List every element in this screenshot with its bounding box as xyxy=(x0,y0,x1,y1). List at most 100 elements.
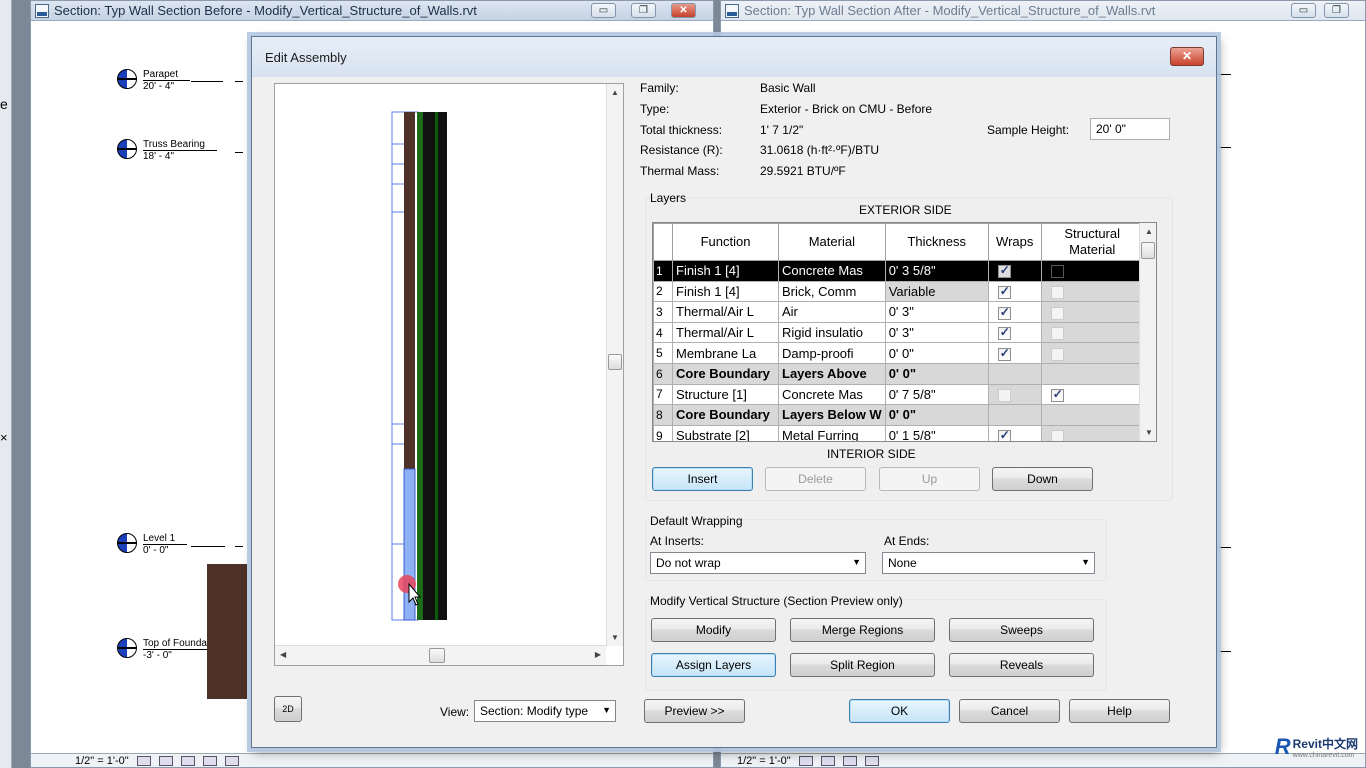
thickness-cell[interactable]: 0' 3 5/8" xyxy=(884,260,989,282)
visual-style-icon[interactable] xyxy=(820,755,835,766)
help-button[interactable]: Help xyxy=(1069,699,1170,723)
row-number[interactable]: 4 xyxy=(653,321,673,344)
modify-button[interactable]: Modify xyxy=(651,618,776,642)
material-cell[interactable]: Concrete Mas xyxy=(778,383,886,406)
table-row[interactable]: 4 Thermal/Air L Rigid insulatio 0' 3" xyxy=(653,321,1144,344)
function-cell[interactable]: Thermal/Air L xyxy=(672,301,779,323)
sample-height-input[interactable]: 20' 0" xyxy=(1090,118,1170,140)
wraps-checkbox[interactable] xyxy=(997,263,1011,279)
function-cell[interactable]: Structure [1] xyxy=(672,383,779,406)
material-cell[interactable]: Layers Above xyxy=(778,362,886,385)
merge-regions-button[interactable]: Merge Regions xyxy=(790,618,935,642)
cancel-button[interactable]: Cancel xyxy=(959,699,1060,723)
scroll-up-icon[interactable]: ▲ xyxy=(611,88,619,97)
visual-style-icon[interactable] xyxy=(158,755,173,766)
preview-vertical-scrollbar[interactable]: ▲ ▼ xyxy=(606,84,623,646)
wraps-checkbox[interactable] xyxy=(997,346,1011,361)
thickness-cell[interactable]: 0' 0" xyxy=(884,362,989,385)
detail-level-icon[interactable] xyxy=(136,755,151,766)
edit-assembly-dialog[interactable]: Edit Assembly ✕ ▲ ▼ ◀ ▶ Family: Basic Wa… xyxy=(251,36,1217,748)
close-button[interactable]: ✕ xyxy=(671,3,696,18)
scroll-up-icon[interactable]: ▲ xyxy=(1145,227,1153,236)
preview-2d-toggle-button[interactable]: 2D xyxy=(274,696,302,722)
table-row[interactable]: 7 Structure [1] Concrete Mas 0' 7 5/8" xyxy=(653,383,1144,406)
wall-section-preview[interactable] xyxy=(275,84,608,646)
view-scale[interactable]: 1/2" = 1'-0" xyxy=(737,755,791,767)
view-dropdown[interactable]: Section: Modify type ▼ xyxy=(474,700,616,722)
thickness-cell[interactable]: 0' 0" xyxy=(884,342,989,364)
wraps-cell[interactable] xyxy=(987,301,1042,323)
row-number[interactable]: 2 xyxy=(653,280,673,303)
structural-material-checkbox[interactable] xyxy=(1050,285,1064,299)
function-cell[interactable]: Membrane La xyxy=(672,342,779,364)
scroll-thumb[interactable] xyxy=(1141,242,1155,259)
row-number[interactable]: 6 xyxy=(653,362,673,385)
material-cell[interactable]: Metal Furring xyxy=(778,424,886,441)
wraps-cell[interactable] xyxy=(987,383,1042,406)
minimize-button[interactable]: ▭ xyxy=(1291,3,1316,18)
restore-button[interactable]: ❐ xyxy=(1324,3,1349,18)
table-row[interactable]: 2 Finish 1 [4] Brick, Comm Variable xyxy=(653,280,1144,303)
function-cell[interactable]: Thermal/Air L xyxy=(672,321,779,344)
table-row[interactable]: 1 Finish 1 [4] Concrete Mas 0' 3 5/8" xyxy=(653,260,1144,282)
material-cell[interactable]: Layers Below W xyxy=(778,404,886,426)
shadows-icon[interactable] xyxy=(864,755,879,766)
up-button[interactable]: Up xyxy=(879,467,980,491)
table-row[interactable]: 8 Core Boundary Layers Below W 0' 0" xyxy=(653,404,1144,426)
insert-button[interactable]: Insert xyxy=(652,467,753,491)
sun-path-icon[interactable] xyxy=(180,755,195,766)
delete-button[interactable]: Delete xyxy=(765,467,866,491)
view-scale[interactable]: 1/2" = 1'-0" xyxy=(75,755,129,767)
level-marker-parapet[interactable]: Parapet 20' - 4" xyxy=(117,69,191,92)
section-preview-pane[interactable]: ▲ ▼ ◀ ▶ xyxy=(274,83,624,666)
detail-level-icon[interactable] xyxy=(798,755,813,766)
dialog-titlebar[interactable]: Edit Assembly xyxy=(252,37,1216,77)
structural-material-checkbox[interactable] xyxy=(1050,327,1064,341)
table-row[interactable]: 9 Substrate [2] Metal Furring 0' 1 5/8" xyxy=(653,424,1144,441)
preview-horizontal-scrollbar[interactable]: ◀ ▶ xyxy=(275,645,606,665)
row-number[interactable]: 8 xyxy=(653,404,673,426)
wraps-checkbox[interactable] xyxy=(997,388,1011,402)
function-cell[interactable]: Core Boundary xyxy=(672,362,779,385)
structural-material-checkbox[interactable] xyxy=(1050,265,1064,279)
row-number[interactable]: 5 xyxy=(653,342,673,364)
wraps-cell[interactable] xyxy=(987,424,1042,441)
wraps-checkbox[interactable] xyxy=(997,325,1011,341)
thickness-cell[interactable]: 0' 0" xyxy=(884,404,989,426)
restore-button[interactable]: ❐ xyxy=(631,3,656,18)
wraps-checkbox[interactable] xyxy=(997,284,1011,299)
structural-material-cell[interactable] xyxy=(1040,383,1144,406)
crop-region-icon[interactable] xyxy=(224,755,239,766)
dialog-close-button[interactable]: ✕ xyxy=(1170,47,1204,66)
down-button[interactable]: Down xyxy=(992,467,1093,491)
wraps-checkbox[interactable] xyxy=(997,305,1011,320)
structural-material-cell[interactable] xyxy=(1040,280,1144,303)
row-number[interactable]: 1 xyxy=(653,260,673,282)
thickness-cell[interactable]: 0' 3" xyxy=(884,301,989,323)
row-number[interactable]: 9 xyxy=(653,424,673,441)
row-number[interactable]: 3 xyxy=(653,301,673,323)
layers-table-scrollbar[interactable]: ▲ ▼ xyxy=(1139,223,1156,441)
function-cell[interactable]: Substrate [2] xyxy=(672,424,779,441)
wraps-header[interactable]: Wraps xyxy=(987,223,1042,261)
table-row[interactable]: 5 Membrane La Damp-proofi 0' 0" xyxy=(653,342,1144,364)
row-number[interactable]: 7 xyxy=(653,383,673,406)
assign-layers-button[interactable]: Assign Layers xyxy=(651,653,776,677)
material-header[interactable]: Material xyxy=(778,223,886,261)
thickness-cell[interactable]: 0' 3" xyxy=(884,321,989,344)
scroll-thumb[interactable] xyxy=(429,648,445,663)
sweeps-button[interactable]: Sweeps xyxy=(949,618,1094,642)
reveals-button[interactable]: Reveals xyxy=(949,653,1094,677)
structural-material-cell[interactable] xyxy=(1040,321,1144,344)
at-ends-dropdown[interactable]: None ▼ xyxy=(882,552,1095,574)
structural-material-cell[interactable] xyxy=(1040,342,1144,364)
at-inserts-dropdown[interactable]: Do not wrap ▼ xyxy=(650,552,866,574)
preview-button[interactable]: Preview >> xyxy=(644,699,745,723)
scroll-thumb[interactable] xyxy=(608,354,622,370)
thickness-cell[interactable]: 0' 7 5/8" xyxy=(884,383,989,406)
scroll-down-icon[interactable]: ▼ xyxy=(611,633,619,642)
structural-material-cell[interactable] xyxy=(1040,424,1144,441)
table-row[interactable]: 6 Core Boundary Layers Above 0' 0" xyxy=(653,362,1144,385)
material-cell[interactable]: Damp-proofi xyxy=(778,342,886,364)
level-marker-truss-bearing[interactable]: Truss Bearing 18' - 4" xyxy=(117,139,217,162)
